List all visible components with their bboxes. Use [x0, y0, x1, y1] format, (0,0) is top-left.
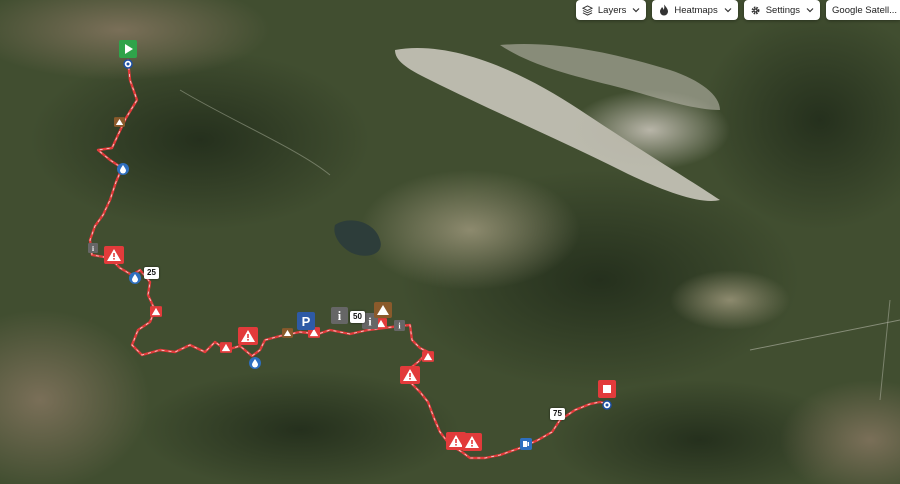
tent-icon[interactable]	[282, 328, 293, 338]
svg-text:i: i	[92, 245, 94, 253]
layers-label: Layers	[597, 4, 627, 16]
svg-text:i: i	[338, 309, 342, 323]
water-drop-icon[interactable]	[249, 357, 261, 369]
km-marker-50: 50	[350, 311, 365, 323]
tent-icon[interactable]	[374, 302, 392, 318]
basemap-label: Google Satell...	[832, 4, 897, 16]
play-icon[interactable]	[118, 40, 138, 70]
km-marker-25: 25	[144, 267, 159, 279]
stop-icon[interactable]	[597, 380, 617, 410]
chevron-down-icon	[724, 6, 732, 14]
chevron-down-icon	[632, 6, 640, 14]
map-toolbar: Layers Heatmaps Settings Google Satell..…	[575, 0, 900, 20]
layers-icon	[582, 4, 594, 16]
warning-icon[interactable]	[400, 366, 420, 384]
flame-icon	[658, 4, 670, 16]
route-layer	[88, 58, 610, 460]
gear-icon	[750, 4, 762, 16]
warning-icon[interactable]	[422, 351, 434, 362]
heatmaps-label: Heatmaps	[674, 4, 718, 16]
svg-text:P: P	[302, 314, 311, 329]
water-drop-icon[interactable]	[129, 272, 141, 284]
info-icon[interactable]: i	[394, 320, 405, 331]
info-icon[interactable]: i	[88, 243, 98, 253]
warning-icon[interactable]	[104, 246, 124, 264]
tent-icon[interactable]	[114, 117, 125, 127]
map-canvas[interactable]: P i i i i 25 50 75	[0, 0, 900, 484]
heatmaps-button[interactable]: Heatmaps	[652, 0, 738, 20]
chevron-down-icon	[806, 6, 814, 14]
warning-icon[interactable]	[150, 306, 162, 317]
fuel-icon[interactable]	[520, 438, 532, 450]
warning-icon[interactable]	[462, 433, 482, 451]
basemap-select[interactable]: Google Satell...	[826, 0, 900, 20]
warning-icon[interactable]	[220, 342, 232, 353]
parking-icon[interactable]: P	[297, 312, 315, 330]
route-line[interactable]	[88, 58, 610, 460]
warning-icon[interactable]	[238, 327, 258, 345]
settings-button[interactable]: Settings	[743, 0, 821, 20]
layers-button[interactable]: Layers	[575, 0, 647, 20]
water-drop-icon[interactable]	[117, 163, 129, 175]
km-marker-75: 75	[550, 408, 565, 420]
info-icon[interactable]: i	[331, 307, 348, 324]
settings-label: Settings	[765, 4, 801, 16]
